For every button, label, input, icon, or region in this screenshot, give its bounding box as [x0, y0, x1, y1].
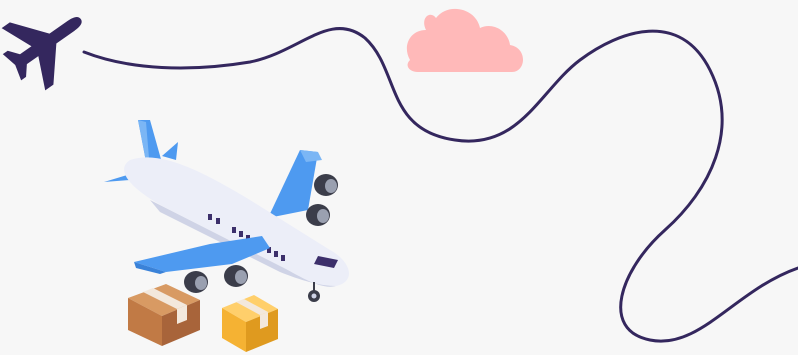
cargo-airplane-icon — [104, 120, 349, 302]
engine-icon — [184, 265, 248, 293]
illustration-canvas — [0, 0, 798, 355]
illustration-svg — [1, 8, 798, 352]
airplane-silhouette-icon — [1, 16, 82, 91]
cloud-icon — [406, 8, 523, 73]
yellow-box-icon — [222, 295, 278, 352]
